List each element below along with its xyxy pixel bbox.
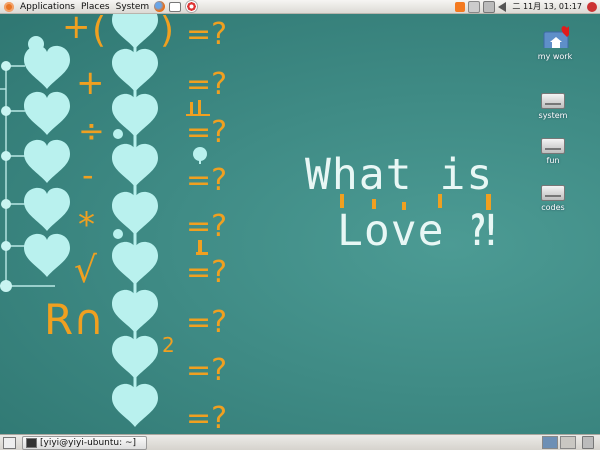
svg-text:(: ( [92,14,106,51]
trash-icon[interactable] [582,436,594,449]
desktop-icon-label: system [538,111,568,120]
show-desktop-icon[interactable] [3,436,16,449]
volume-icon[interactable] [498,1,507,12]
title-line-2: Love ⁈ [337,206,499,256]
svg-text:+: + [62,14,91,47]
menu-applications[interactable]: Applications [17,0,78,14]
svg-text:2: 2 [162,333,175,357]
desktop-icon-my-work[interactable]: my work [531,26,579,61]
workspace-1[interactable] [542,436,558,449]
svg-text:=?: =? [186,67,227,102]
svg-text:=?: =? [186,305,227,340]
svg-text:=?: =? [186,255,227,290]
drive-icon [541,185,565,201]
svg-text:=?: =? [186,401,227,434]
workspace-2[interactable] [560,436,576,449]
desktop-icon-codes[interactable]: codes [529,185,577,212]
svg-text:=?: =? [186,209,227,244]
svg-text:-: - [82,156,94,194]
clock[interactable]: 二 11月 13, 01:17 [509,1,582,12]
svg-text:=?: =? [186,163,227,198]
help-icon[interactable] [185,0,199,13]
heart-column-1 [24,45,70,277]
desktop-icon-label: my work [537,52,573,61]
firefox-icon[interactable] [154,1,166,12]
ubuntu-logo-icon[interactable] [4,1,14,12]
desktop-icon-fun[interactable]: fun [529,138,577,165]
svg-text:*: * [78,205,95,245]
desktop[interactable]: + ( ) + ÷ - * √ R∩ 2 =? =? =? =? =? =? =… [0,14,600,434]
desktop-icon-system[interactable]: system [529,93,577,120]
workspace-switcher [542,436,600,449]
svg-text:√: √ [74,250,97,291]
svg-text:R∩: R∩ [44,295,104,344]
svg-text:=?: =? [186,353,227,388]
taskbar-button-label: [yiyi@yiyi-ubuntu: ~] [40,437,137,448]
system-tray: 二 11月 13, 01:17 [455,0,600,13]
svg-text:+: + [76,63,105,103]
svg-text:): ) [160,14,174,51]
power-icon[interactable] [483,0,496,13]
network-icon[interactable] [468,0,481,13]
quit-icon[interactable] [587,1,597,12]
update-notifier-icon[interactable] [455,1,466,12]
svg-text:=?: =? [186,17,227,52]
svg-text:=?: =? [186,115,227,150]
email-icon[interactable] [169,1,182,12]
taskbar-button-terminal[interactable]: [yiyi@yiyi-ubuntu: ~] [22,435,147,450]
terminal-icon [26,437,37,448]
home-folder-icon [543,26,573,51]
title-line-1: What is [305,150,494,200]
menu-system[interactable]: System [113,0,153,14]
bottom-panel: [yiyi@yiyi-ubuntu: ~] [0,434,600,450]
desktop-icon-label: fun [546,156,560,165]
desktop-icon-label: codes [541,203,565,212]
svg-text:÷: ÷ [78,112,105,150]
wallpaper-art: + ( ) + ÷ - * √ R∩ 2 =? =? =? =? =? =? =… [0,14,491,434]
drive-icon [541,138,565,154]
drive-icon [541,93,565,109]
equals-question-column: =? =? =? =? =? =? =? =? =? [186,17,227,434]
menu-places[interactable]: Places [78,0,113,14]
top-panel: Applications Places System 二 11月 13, 01:… [0,0,600,14]
